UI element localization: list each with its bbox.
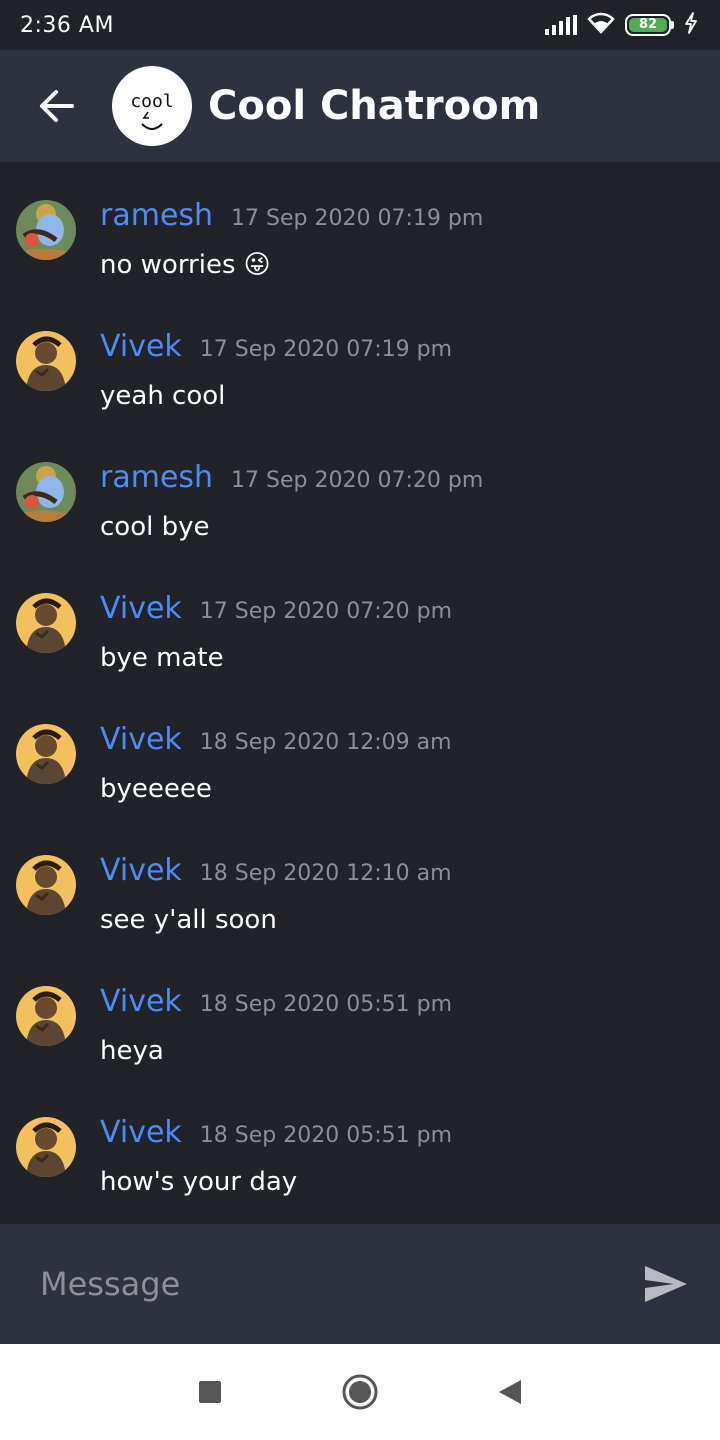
- message-item[interactable]: Vivek 18 Sep 2020 05:51 pm how's your da…: [0, 1115, 720, 1224]
- message-timestamp: 18 Sep 2020 12:10 am: [199, 861, 452, 886]
- recents-icon: [199, 1381, 221, 1403]
- home-button[interactable]: [285, 1344, 435, 1440]
- message-item[interactable]: Vivek 17 Sep 2020 07:20 pm bye mate: [0, 591, 720, 722]
- emoji-icon: 😜: [243, 250, 271, 280]
- message-text: heya: [100, 1036, 164, 1066]
- signal-icon: [545, 15, 577, 35]
- message-text: how's your day: [100, 1167, 297, 1197]
- nav-back-button[interactable]: [435, 1344, 585, 1440]
- message-author[interactable]: ramesh: [100, 198, 213, 233]
- message-body: byeeeee: [100, 774, 212, 804]
- message-body: yeah cool: [100, 381, 226, 411]
- message-body: no worries: [100, 250, 236, 280]
- message-text: cool bye: [100, 512, 209, 542]
- message-text: see y'all soon: [100, 905, 277, 935]
- status-time: 2:36 AM: [20, 12, 114, 38]
- message-timestamp: 17 Sep 2020 07:20 pm: [199, 599, 453, 624]
- send-button[interactable]: [636, 1254, 696, 1314]
- message-item[interactable]: Vivek 18 Sep 2020 05:51 pm heya: [0, 984, 720, 1115]
- message-header: Vivek 18 Sep 2020 05:51 pm: [100, 1115, 452, 1165]
- message-text: no worries 😜: [100, 250, 271, 280]
- message-body: how's your day: [100, 1167, 298, 1197]
- chat-header: cool Cool Chatroom: [0, 50, 720, 162]
- message-timestamp: 17 Sep 2020 07:19 pm: [199, 337, 453, 362]
- send-icon: [645, 1266, 687, 1302]
- arrow-left-icon: [40, 90, 74, 122]
- message-item[interactable]: Vivek 18 Sep 2020 12:09 am byeeeee: [0, 722, 720, 853]
- message-list[interactable]: ramesh 17 Sep 2020 07:19 pm no worries 😜…: [0, 162, 720, 1224]
- status-icons: 82: [545, 12, 698, 38]
- message-timestamp: 18 Sep 2020 12:09 am: [199, 730, 452, 755]
- message-timestamp: 18 Sep 2020 05:51 pm: [199, 992, 453, 1017]
- message-item[interactable]: Vivek 17 Sep 2020 07:19 pm yeah cool: [0, 329, 720, 460]
- vivek-avatar[interactable]: [16, 593, 76, 653]
- message-item[interactable]: Vivek 18 Sep 2020 12:10 am see y'all soo…: [0, 853, 720, 984]
- message-body: bye mate: [100, 643, 224, 673]
- charging-icon: [684, 12, 698, 38]
- message-header: Vivek 18 Sep 2020 05:51 pm: [100, 984, 452, 1034]
- message-author[interactable]: Vivek: [100, 853, 182, 888]
- message-author[interactable]: Vivek: [100, 1115, 182, 1150]
- message-header: Vivek 18 Sep 2020 12:09 am: [100, 722, 452, 772]
- avatar-text: cool: [130, 91, 173, 112]
- message-item[interactable]: ramesh 17 Sep 2020 07:20 pm cool bye: [0, 460, 720, 591]
- ramesh-avatar[interactable]: [16, 462, 76, 522]
- message-header: ramesh 17 Sep 2020 07:19 pm: [100, 198, 483, 248]
- status-bar: 2:36 AM 82: [0, 0, 720, 50]
- page-title: Cool Chatroom: [208, 83, 541, 129]
- message-text: bye mate: [100, 643, 224, 673]
- message-author[interactable]: ramesh: [100, 460, 213, 495]
- recents-button[interactable]: [135, 1344, 285, 1440]
- message-author[interactable]: Vivek: [100, 591, 182, 626]
- message-item[interactable]: ramesh 17 Sep 2020 07:19 pm no worries 😜: [0, 198, 720, 329]
- room-avatar[interactable]: cool: [112, 66, 192, 146]
- message-header: Vivek 17 Sep 2020 07:20 pm: [100, 591, 452, 641]
- home-icon: [342, 1374, 378, 1410]
- message-composer: [0, 1224, 720, 1344]
- message-body: cool bye: [100, 512, 210, 542]
- battery-icon: 82: [625, 14, 674, 36]
- vivek-avatar[interactable]: [16, 1117, 76, 1177]
- vivek-avatar[interactable]: [16, 724, 76, 784]
- wifi-icon: [587, 12, 615, 38]
- message-author[interactable]: Vivek: [100, 722, 182, 757]
- vivek-avatar[interactable]: [16, 855, 76, 915]
- message-header: Vivek 18 Sep 2020 12:10 am: [100, 853, 452, 903]
- message-text: yeah cool: [100, 381, 225, 411]
- back-button[interactable]: [20, 70, 92, 142]
- vivek-avatar[interactable]: [16, 986, 76, 1046]
- message-text: byeeeee: [100, 774, 212, 804]
- message-body: see y'all soon: [100, 905, 277, 935]
- message-timestamp: 17 Sep 2020 07:20 pm: [231, 468, 484, 493]
- message-input[interactable]: [40, 1254, 636, 1314]
- message-header: Vivek 17 Sep 2020 07:19 pm: [100, 329, 452, 379]
- message-timestamp: 18 Sep 2020 05:51 pm: [199, 1123, 453, 1148]
- battery-level: 82: [629, 18, 667, 32]
- ramesh-avatar[interactable]: [16, 200, 76, 260]
- message-author[interactable]: Vivek: [100, 984, 182, 1019]
- message-author[interactable]: Vivek: [100, 329, 182, 364]
- message-timestamp: 17 Sep 2020 07:19 pm: [231, 206, 484, 231]
- system-nav-bar: [0, 1344, 720, 1440]
- vivek-avatar[interactable]: [16, 331, 76, 391]
- back-icon: [499, 1380, 521, 1404]
- message-header: ramesh 17 Sep 2020 07:20 pm: [100, 460, 483, 510]
- message-body: heya: [100, 1036, 164, 1066]
